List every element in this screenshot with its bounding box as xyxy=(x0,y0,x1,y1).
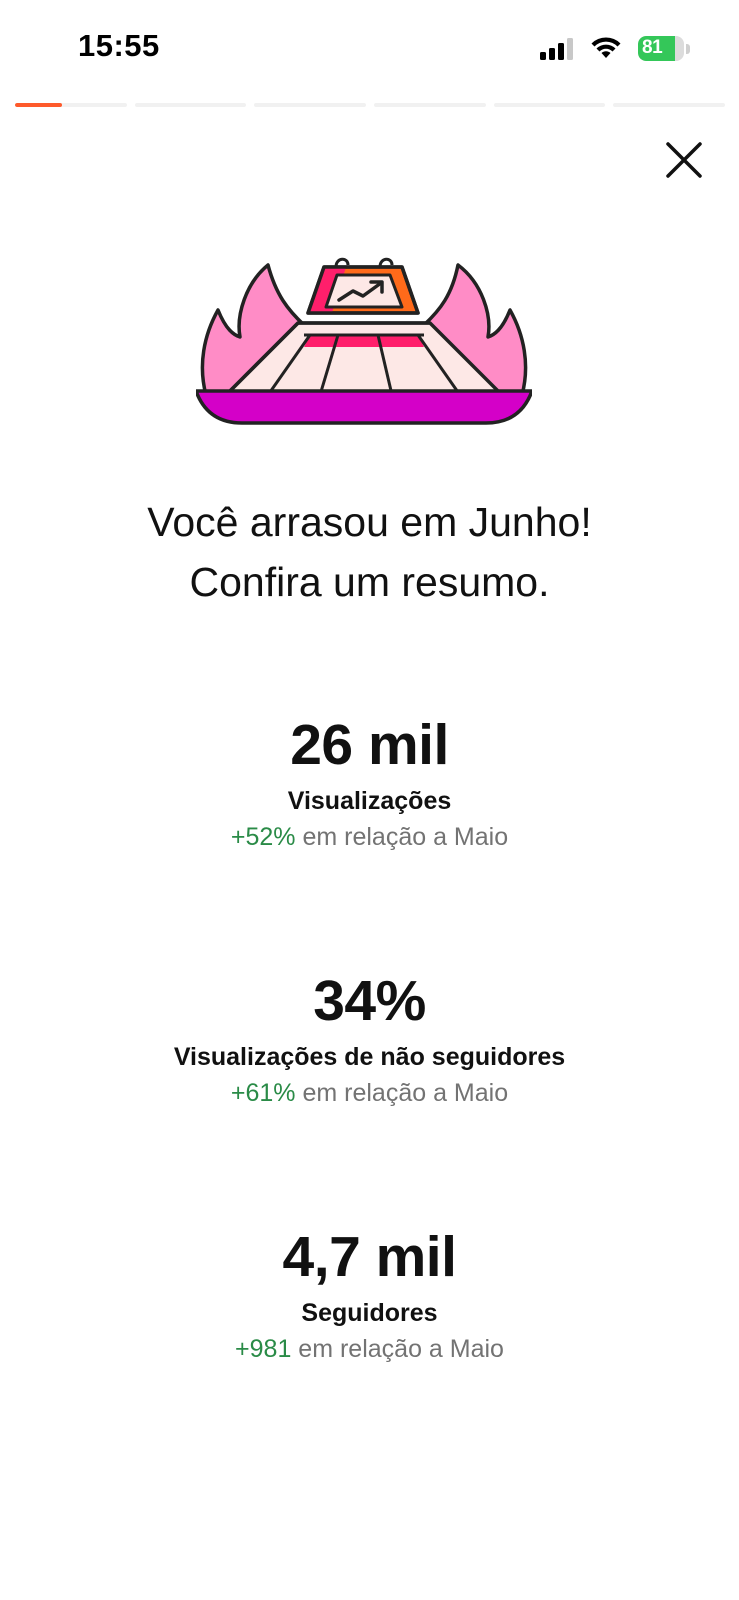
stat-value: 26 mil xyxy=(290,713,449,777)
battery-icon: 81 xyxy=(638,36,684,61)
story-progress-segment xyxy=(134,103,247,107)
battery-cap xyxy=(686,44,690,54)
wifi-icon xyxy=(591,37,621,58)
stat-delta: +52% xyxy=(230,823,296,851)
stat-label: Seguidores xyxy=(301,1299,438,1327)
stat-comparison-text: em relação a Maio xyxy=(298,1335,504,1363)
stat-followers: 4,7 mil Seguidores +981 em relação a Mai… xyxy=(0,1224,739,1367)
stat-non-follower-views: 34% Visualizações de não seguidores +61%… xyxy=(0,968,739,1111)
stat-comparison-text: em relação a Maio xyxy=(302,1079,509,1107)
trophy-on-fire-icon xyxy=(196,257,532,425)
stat-label: Visualizações de não seguidores xyxy=(173,1043,566,1071)
stat-value: 4,7 mil xyxy=(282,1225,457,1289)
story-progress-fill xyxy=(15,103,62,107)
stat-comparison: +52% em relação a Maio xyxy=(0,819,739,855)
stat-label: Visualizações xyxy=(287,787,452,815)
stat-delta: +61% xyxy=(230,1079,296,1107)
stat-value: 34% xyxy=(313,969,426,1033)
story-progress-bar xyxy=(15,103,726,107)
status-time: 15:55 xyxy=(78,28,160,63)
battery-level: 81 xyxy=(642,37,663,58)
stat-delta: +981 xyxy=(235,1335,292,1363)
story-progress-segment xyxy=(374,103,486,107)
stat-views: 26 mil Visualizações +52% em relação a M… xyxy=(0,712,739,855)
story-progress-segment xyxy=(15,103,127,107)
stat-comparison-text: em relação a Maio xyxy=(302,823,509,851)
headline-line-1: Você arrasou em Junho! xyxy=(147,499,592,545)
status-bar: 15:55 81 xyxy=(0,0,739,100)
close-icon[interactable] xyxy=(664,140,704,180)
stat-comparison: +61% em relação a Maio xyxy=(0,1075,739,1111)
story-progress-segment xyxy=(613,103,726,107)
signal-icon xyxy=(540,38,573,60)
summary-headline: Você arrasou em Junho! Confira um resumo… xyxy=(0,492,739,612)
stat-comparison: +981 em relação a Maio xyxy=(0,1331,739,1367)
story-progress-segment xyxy=(493,103,606,107)
story-progress-segment xyxy=(254,103,367,107)
headline-line-2: Confira um resumo. xyxy=(189,559,550,605)
